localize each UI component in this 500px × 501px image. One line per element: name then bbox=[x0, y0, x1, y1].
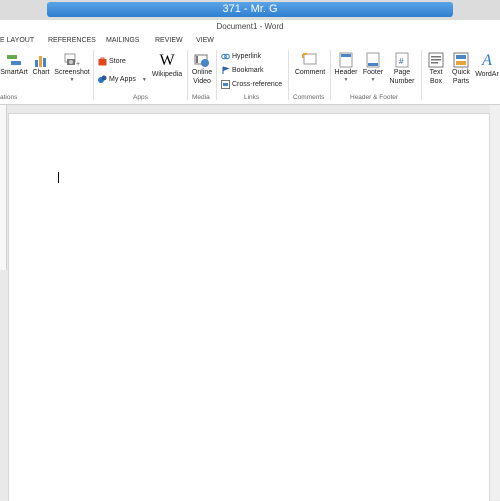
group-links-label: Links bbox=[244, 94, 260, 101]
group-media-label: Media bbox=[192, 94, 210, 101]
screenshot-label: Screenshot bbox=[54, 69, 90, 76]
my-apps-icon bbox=[98, 75, 107, 83]
tab-view[interactable]: VIEW bbox=[196, 34, 214, 48]
text-box-icon bbox=[428, 52, 444, 68]
screenshot-icon: + bbox=[64, 53, 80, 68]
text-box-label-1: Text bbox=[429, 69, 443, 76]
group-apps-label: Apps bbox=[133, 94, 148, 101]
cross-reference-label: Cross-reference bbox=[232, 81, 283, 88]
store-button[interactable]: Store bbox=[98, 57, 126, 66]
hyperlink-button[interactable]: Hyperlink bbox=[221, 52, 261, 61]
navigation-pane-edge[interactable] bbox=[0, 105, 7, 270]
text-box-button[interactable]: Text Box bbox=[424, 52, 448, 86]
wikipedia-icon: W bbox=[159, 52, 175, 69]
page-number-label-2: Number bbox=[389, 78, 415, 85]
ribbon: SmartArt Chart + Screenshot ▼ ations Sto… bbox=[0, 48, 500, 105]
header-icon bbox=[339, 52, 353, 68]
page-number-label-1: Page bbox=[393, 69, 411, 76]
quick-parts-button[interactable]: Quick Parts bbox=[449, 52, 473, 86]
chevron-down-icon: ▼ bbox=[141, 76, 147, 83]
ribbon-tabs: E LAYOUT REFERENCES MAILINGS REVIEW VIEW bbox=[0, 34, 500, 48]
bookmark-icon bbox=[222, 66, 230, 74]
online-video-label-1: Online bbox=[191, 69, 213, 76]
footer-label: Footer bbox=[362, 69, 384, 76]
tab-page-layout[interactable]: E LAYOUT bbox=[0, 34, 34, 48]
bookmark-label: Bookmark bbox=[232, 67, 264, 74]
footer-icon bbox=[366, 52, 380, 68]
chart-icon bbox=[35, 56, 46, 67]
cross-reference-icon bbox=[221, 80, 230, 89]
group-divider bbox=[330, 50, 331, 100]
cross-reference-button[interactable]: Cross-reference bbox=[221, 80, 282, 89]
group-divider bbox=[421, 50, 422, 100]
chevron-down-icon: ▼ bbox=[69, 77, 75, 83]
bookmark-button[interactable]: Bookmark bbox=[221, 66, 264, 75]
wordart-icon: A bbox=[482, 52, 492, 69]
header-button[interactable]: Header ▼ bbox=[333, 52, 359, 83]
comment-icon bbox=[302, 53, 317, 65]
chart-label: Chart bbox=[32, 69, 50, 76]
group-divider bbox=[187, 50, 188, 100]
svg-text:+: + bbox=[76, 61, 80, 68]
my-apps-label: My Apps bbox=[109, 76, 136, 83]
hyperlink-icon bbox=[221, 53, 230, 60]
chevron-down-icon: ▼ bbox=[343, 77, 349, 83]
wikipedia-button[interactable]: W Wikipedia bbox=[150, 52, 184, 79]
smartart-label: SmartArt bbox=[0, 69, 28, 76]
online-video-icon bbox=[194, 54, 209, 67]
hyperlink-label: Hyperlink bbox=[232, 53, 262, 60]
my-apps-button[interactable]: My Apps ▼ bbox=[98, 75, 147, 84]
svg-text:#: # bbox=[399, 57, 404, 66]
group-divider bbox=[288, 50, 289, 100]
wordart-label: WordAr bbox=[475, 71, 499, 78]
comment-button[interactable]: Comment bbox=[292, 52, 328, 77]
group-comments-label: Comments bbox=[293, 94, 325, 101]
group-illustrations-label: ations bbox=[0, 94, 18, 101]
text-cursor bbox=[58, 172, 59, 183]
chevron-down-icon: ▼ bbox=[370, 77, 376, 83]
text-box-label-2: Box bbox=[429, 78, 443, 85]
wikipedia-label: Wikipedia bbox=[151, 71, 183, 78]
wordart-button[interactable]: A WordAr bbox=[474, 52, 500, 79]
outer-window-title: 371 - Mr. G bbox=[47, 2, 453, 17]
store-label: Store bbox=[109, 58, 126, 65]
chart-button[interactable]: Chart bbox=[30, 52, 52, 77]
online-video-label-2: Video bbox=[193, 78, 211, 85]
page-number-button[interactable]: # Page Number bbox=[386, 52, 418, 86]
store-icon bbox=[98, 57, 107, 66]
group-divider bbox=[93, 50, 94, 100]
document-title: Document1 - Word bbox=[0, 20, 500, 34]
group-header-footer-label: Header & Footer bbox=[350, 94, 399, 101]
header-label: Header bbox=[334, 69, 358, 76]
tab-review[interactable]: REVIEW bbox=[155, 34, 183, 48]
footer-button[interactable]: Footer ▼ bbox=[360, 52, 386, 83]
online-video-button[interactable]: Online Video bbox=[189, 52, 215, 86]
screenshot-button[interactable]: + Screenshot ▼ bbox=[53, 52, 91, 83]
document-page[interactable] bbox=[8, 113, 490, 501]
smartart-icon bbox=[7, 55, 21, 65]
smartart-button[interactable]: SmartArt bbox=[0, 52, 28, 77]
page-number-icon: # bbox=[395, 52, 409, 68]
group-divider bbox=[216, 50, 217, 100]
quick-parts-label-2: Parts bbox=[452, 78, 470, 85]
tab-mailings[interactable]: MAILINGS bbox=[106, 34, 139, 48]
comment-label: Comment bbox=[294, 69, 326, 76]
tab-references[interactable]: REFERENCES bbox=[48, 34, 96, 48]
quick-parts-label-1: Quick bbox=[452, 69, 470, 76]
quick-parts-icon bbox=[453, 52, 469, 68]
vertical-scrollbar[interactable] bbox=[490, 105, 500, 500]
